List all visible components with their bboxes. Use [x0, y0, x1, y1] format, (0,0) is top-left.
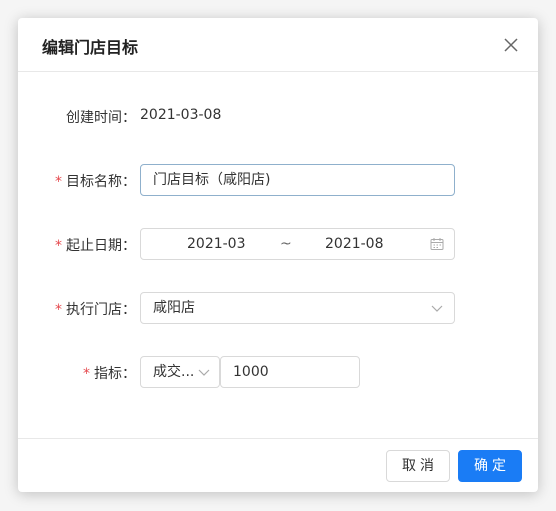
- dialog-header: 编辑门店目标: [18, 18, 538, 72]
- store-select[interactable]: 咸阳店: [140, 292, 455, 324]
- metric-row: * 指标： 成交... 1000: [18, 356, 538, 388]
- date-range-label: * 起止日期：: [55, 238, 136, 254]
- store-row: * 执行门店： 咸阳店: [18, 292, 538, 324]
- target-name-row: * 目标名称： 门店目标（咸阳店): [18, 164, 538, 196]
- target-name-label: * 目标名称：: [55, 174, 136, 190]
- metric-label: * 指标：: [83, 366, 136, 382]
- target-name-input[interactable]: 门店目标（咸阳店): [140, 164, 455, 196]
- metric-amount-input[interactable]: 1000: [220, 356, 360, 388]
- chevron-down-icon: [431, 305, 443, 312]
- close-icon: [504, 38, 518, 52]
- edit-store-target-dialog: 编辑门店目标 创建时间： 2021-03-08 * 目标名称： 门店目标（咸阳店)…: [18, 18, 538, 492]
- chevron-down-icon: [198, 369, 210, 376]
- created-time-label: 创建时间：: [66, 110, 136, 126]
- metric-type-select[interactable]: 成交...: [140, 356, 220, 388]
- created-time-value: 2021-03-08: [140, 107, 222, 123]
- required-mark: *: [55, 302, 62, 318]
- metric-type-value: 成交...: [153, 364, 195, 380]
- required-mark: *: [83, 366, 90, 382]
- calendar-icon: [430, 238, 444, 250]
- dialog-title: 编辑门店目标: [42, 38, 139, 57]
- date-range-separator: ~: [280, 236, 292, 252]
- required-mark: *: [55, 238, 62, 254]
- store-label: * 执行门店：: [55, 302, 136, 318]
- required-mark: *: [55, 174, 62, 190]
- close-button[interactable]: [500, 34, 522, 56]
- date-start[interactable]: 2021-03: [187, 229, 246, 259]
- date-end[interactable]: 2021-08: [325, 229, 384, 259]
- cancel-button[interactable]: 取消: [386, 450, 450, 482]
- created-time-row: 创建时间： 2021-03-08: [18, 100, 538, 132]
- ok-button[interactable]: 确定: [458, 450, 522, 482]
- dialog-footer: 取消 确定: [18, 438, 538, 492]
- store-select-value: 咸阳店: [153, 300, 195, 316]
- date-range-picker[interactable]: 2021-03 ~ 2021-08: [140, 228, 455, 260]
- date-range-row: * 起止日期： 2021-03 ~ 2021-08: [18, 228, 538, 260]
